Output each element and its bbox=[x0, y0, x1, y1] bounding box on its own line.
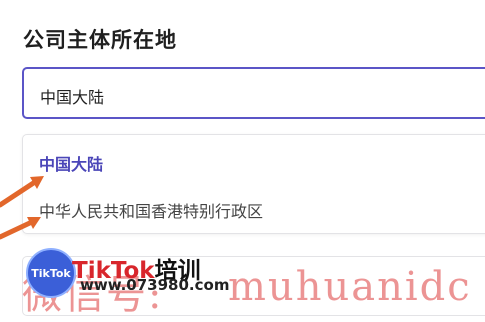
select-current-value: 中国大陆 bbox=[40, 88, 105, 107]
company-location-select[interactable]: 中国大陆 bbox=[22, 67, 485, 119]
watermark-overlay-right: muhuanidc bbox=[228, 264, 472, 310]
dropdown-options-list: 中国大陆 中华人民共和国香港特别行政区 bbox=[22, 134, 485, 234]
field-label-company-location: 公司主体所在地 bbox=[23, 28, 177, 52]
option-hong-kong-sar[interactable]: 中华人民共和国香港特别行政区 bbox=[39, 198, 263, 222]
watermark-site: www.073980.com bbox=[80, 276, 230, 294]
tiktok-logo-icon: TikTok bbox=[26, 248, 76, 298]
